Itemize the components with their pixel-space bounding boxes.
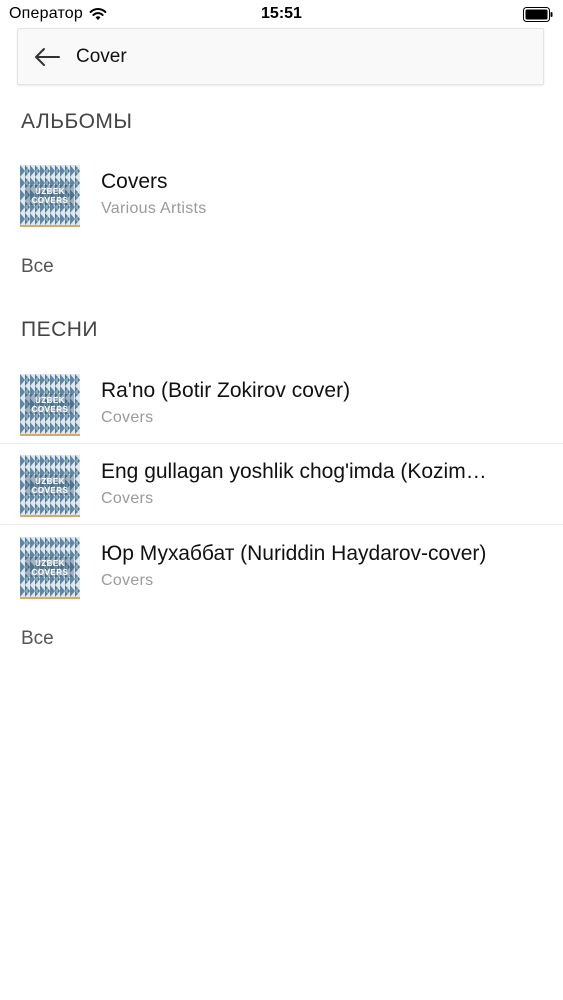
svg-text:COVERS: COVERS [32,568,69,577]
search-input[interactable] [76,41,516,73]
search-bar [17,28,544,85]
arrow-left-icon[interactable] [34,47,60,67]
app-screen: Оператор 15:51 АЛЬБОМЫ UZBEK [0,0,563,1000]
battery-icon [523,7,553,22]
song-cover-image: UZBEK COVERS [20,537,80,599]
song-album: Covers [101,409,154,426]
status-time: 15:51 [261,5,302,22]
album-cover-image: UZBEK COVERS [20,165,80,227]
row-divider [0,524,563,525]
song-album: Covers [101,490,154,507]
album-row[interactable]: UZBEK COVERS Covers Various Artists [0,155,563,235]
svg-text:UZBEK: UZBEK [35,187,65,196]
albums-see-all-link[interactable]: Все [21,256,54,278]
svg-text:COVERS: COVERS [32,196,69,205]
albums-section-header: АЛЬБОМЫ [21,110,133,133]
svg-text:UZBEK: UZBEK [35,559,65,568]
album-title: Covers [101,170,168,193]
songs-section-header: ПЕСНИ [21,318,99,341]
song-row[interactable]: UZBEK COVERS Ra'no (Botir Zokirov cover)… [0,364,563,444]
song-row[interactable]: UZBEK COVERS Eng gullagan yoshlik chog'i… [0,445,563,525]
song-cover-image: UZBEK COVERS [20,455,80,517]
songs-see-all-link[interactable]: Все [21,628,54,650]
row-divider [0,443,563,444]
svg-text:COVERS: COVERS [32,486,69,495]
svg-text:UZBEK: UZBEK [35,396,65,405]
song-album: Covers [101,572,154,589]
album-artist: Various Artists [101,200,207,217]
status-bar: Оператор 15:51 [0,0,563,30]
song-title: Eng gullagan yoshlik chog'imda (Kozim… [101,460,487,483]
song-title: Ra'no (Botir Zokirov cover) [101,379,351,402]
svg-text:COVERS: COVERS [32,405,69,414]
song-cover-image: UZBEK COVERS [20,374,80,436]
svg-text:UZBEK: UZBEK [35,477,65,486]
song-row[interactable]: UZBEK COVERS Юр Мухаббат (Nuriddin Hayda… [0,527,563,607]
song-title: Юр Мухаббат (Nuriddin Haydarov-cover) [101,542,487,565]
